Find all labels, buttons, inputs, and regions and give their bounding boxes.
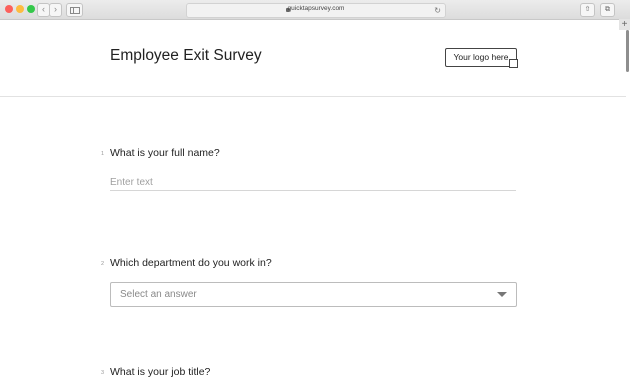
page-title: Employee Exit Survey (110, 47, 262, 64)
tab-overview-icon[interactable]: ⧉ (600, 3, 615, 17)
share-icon[interactable]: ⇧ (580, 3, 595, 17)
forward-arrow-icon[interactable]: › (49, 3, 62, 17)
zoom-window-button[interactable] (27, 5, 35, 13)
full-name-input[interactable] (110, 174, 516, 191)
reload-icon[interactable]: ↻ (434, 5, 441, 16)
browser-toolbar: ‹ › quicktapsurvey.com ↻ ⇧ ⧉ (0, 0, 630, 20)
chevron-down-icon (497, 292, 507, 297)
department-select[interactable]: Select an answer (110, 282, 517, 307)
survey-header: Employee Exit Survey Your logo here (0, 20, 626, 97)
minimize-window-button[interactable] (16, 5, 24, 13)
question-label: Which department do you work in? (110, 257, 272, 269)
question-label: What is your job title? (110, 366, 211, 378)
address-bar[interactable]: quicktapsurvey.com ↻ (186, 3, 446, 18)
question-number: 1 (101, 151, 105, 157)
sidebar-toggle-icon[interactable] (66, 3, 83, 17)
question-label: What is your full name? (110, 147, 220, 159)
resize-handle-icon[interactable] (509, 59, 518, 68)
logo-placeholder[interactable]: Your logo here (445, 48, 518, 68)
close-window-button[interactable] (5, 5, 13, 13)
logo-label: Your logo here (453, 52, 509, 62)
url-text: quicktapsurvey.com (287, 5, 345, 12)
question-number: 2 (101, 261, 105, 267)
select-placeholder: Select an answer (120, 289, 197, 300)
question-number: 3 (101, 370, 105, 376)
scrollbar[interactable] (626, 30, 629, 72)
